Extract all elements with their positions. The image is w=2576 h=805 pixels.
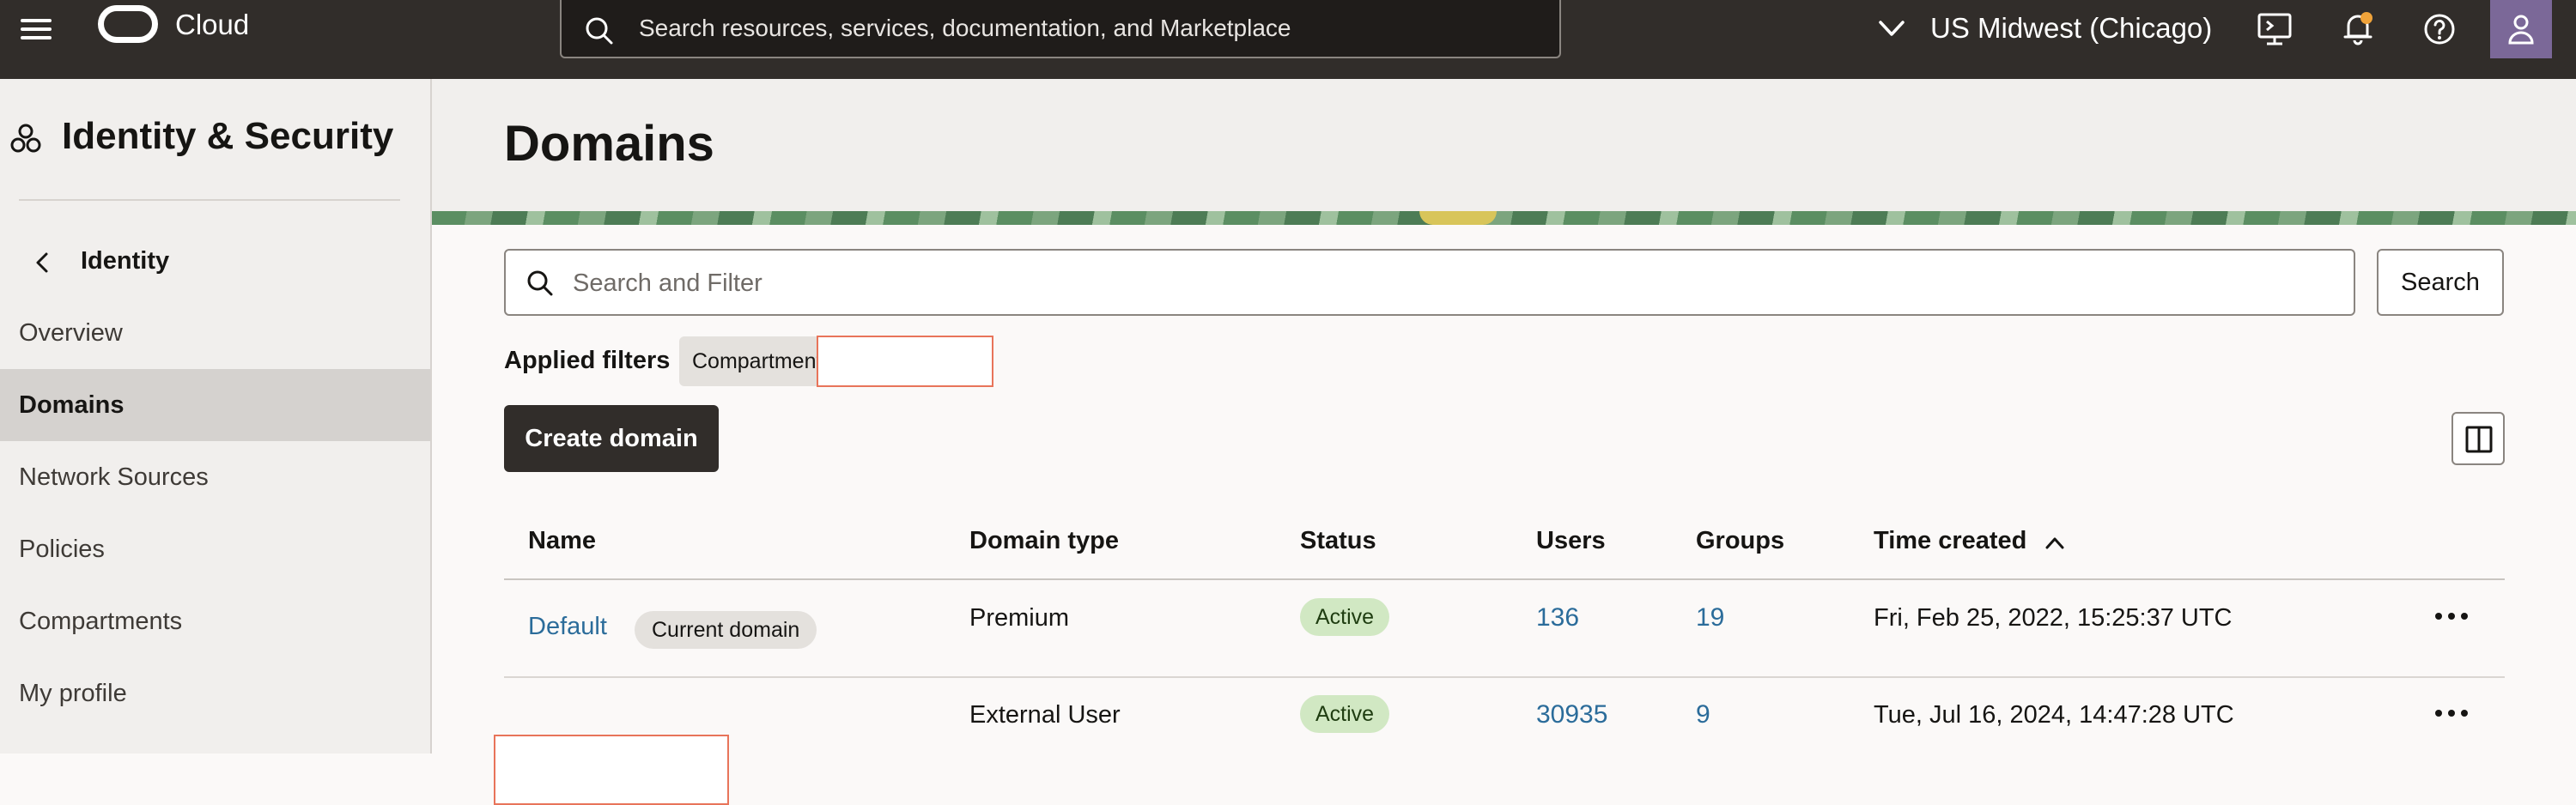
main-content: Domains Search and Filter Search Applied… — [432, 79, 2576, 805]
column-header-status[interactable]: Status — [1300, 527, 1376, 555]
sidebar-title: Identity & Security — [62, 115, 394, 157]
column-header-users[interactable]: Users — [1536, 527, 1606, 555]
users-count-link[interactable]: 30935 — [1536, 700, 1607, 729]
notification-dot — [2360, 12, 2372, 24]
column-header-name[interactable]: Name — [528, 527, 596, 555]
table-header-divider — [504, 578, 2505, 580]
search-icon — [527, 270, 553, 296]
time-created: Fri, Feb 25, 2022, 15:25:37 UTC — [1874, 604, 2233, 632]
user-icon — [2508, 15, 2534, 45]
domain-name-link[interactable]: Default — [528, 613, 607, 641]
time-created: Tue, Jul 16, 2024, 14:47:28 UTC — [1874, 701, 2234, 729]
groups-count-link[interactable]: 9 — [1696, 700, 1710, 729]
sidebar-item-domains[interactable]: Domains — [0, 369, 430, 441]
hamburger-menu-icon[interactable] — [19, 15, 53, 43]
sidebar-item-network-sources[interactable]: Network Sources — [0, 441, 430, 513]
help-icon[interactable] — [2422, 12, 2457, 46]
global-search-placeholder: Search resources, services, documentatio… — [639, 15, 1291, 41]
sidebar: Identity & Security Identity Overview Do… — [0, 79, 432, 754]
column-header-domain-type[interactable]: Domain type — [969, 527, 1119, 555]
sidebar-item-overview[interactable]: Overview — [0, 297, 430, 369]
cloud-shell-icon[interactable] — [2257, 12, 2293, 46]
redacted-area — [817, 336, 993, 387]
redacted-area — [494, 735, 729, 805]
search-filter-input[interactable]: Search and Filter — [504, 249, 2355, 316]
chevron-left-icon[interactable] — [33, 251, 52, 275]
domain-type: Premium — [969, 604, 1070, 632]
search-filter-placeholder: Search and Filter — [573, 269, 762, 297]
global-search-input[interactable]: Search resources, services, documentatio… — [560, 0, 1561, 58]
row-actions-icon[interactable] — [2430, 599, 2473, 633]
status-badge: Active — [1300, 598, 1390, 636]
row-actions-icon[interactable] — [2430, 696, 2473, 730]
search-button[interactable]: Search — [2377, 249, 2504, 316]
columns-icon — [2465, 426, 2493, 453]
column-settings-button[interactable] — [2451, 412, 2505, 465]
top-bar: Cloud Search resources, services, docume… — [0, 0, 2576, 79]
groups-count-link[interactable]: 19 — [1696, 603, 1724, 632]
sidebar-item-policies[interactable]: Policies — [0, 513, 430, 585]
identity-security-icon — [10, 124, 41, 153]
sidebar-item-my-profile[interactable]: My profile — [0, 657, 430, 729]
page-header: Domains — [432, 79, 2576, 211]
column-header-time-created[interactable]: Time created — [1874, 527, 2026, 555]
page-title: Domains — [504, 116, 714, 172]
applied-filters-label: Applied filters — [504, 347, 671, 374]
users-count-link[interactable]: 136 — [1536, 603, 1579, 632]
search-icon — [586, 17, 613, 45]
sort-ascending-icon[interactable] — [2043, 534, 2067, 553]
domain-type: External User — [969, 701, 1121, 729]
sidebar-item-compartments[interactable]: Compartments — [0, 585, 430, 657]
sidebar-parent-link[interactable]: Identity — [81, 247, 169, 275]
chevron-down-icon[interactable] — [1877, 15, 1906, 41]
divider — [19, 199, 400, 201]
decorative-banner — [432, 211, 2576, 225]
column-header-groups[interactable]: Groups — [1696, 527, 1784, 555]
current-domain-tag: Current domain — [635, 611, 817, 649]
create-domain-button[interactable]: Create domain — [504, 405, 719, 472]
status-badge: Active — [1300, 695, 1390, 733]
oracle-logo-icon[interactable] — [98, 5, 158, 43]
user-avatar[interactable] — [2490, 0, 2552, 58]
region-selector[interactable]: US Midwest (Chicago) — [1930, 12, 2212, 45]
brand-name[interactable]: Cloud — [175, 9, 249, 41]
table-row-divider — [504, 676, 2505, 678]
